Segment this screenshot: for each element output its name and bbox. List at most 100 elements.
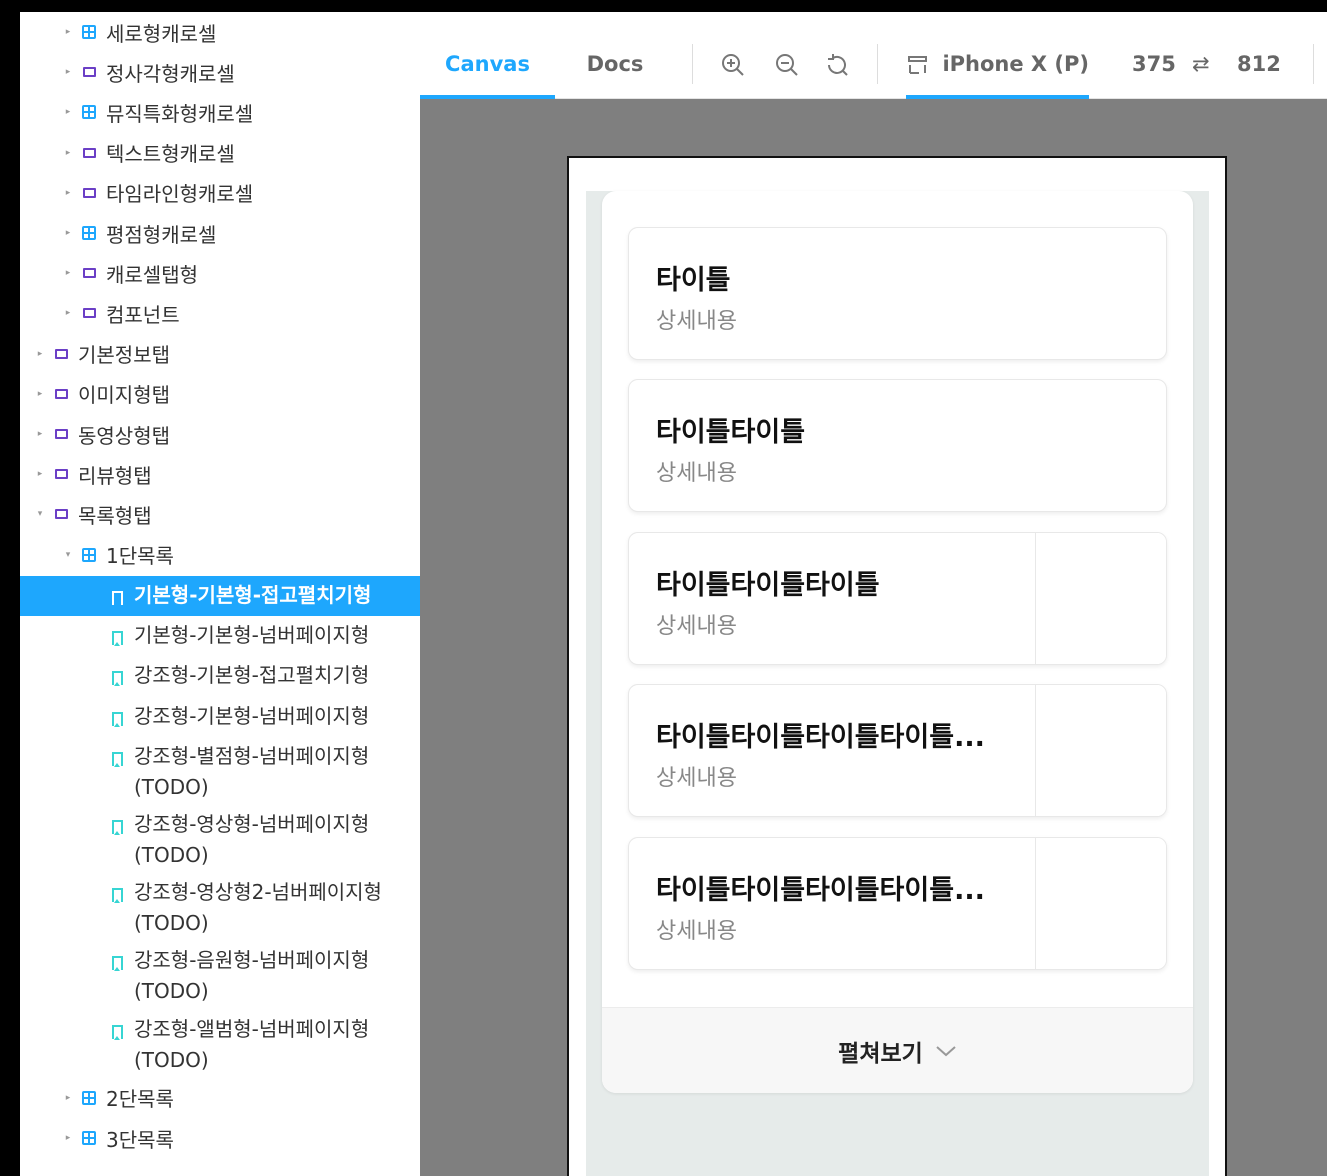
viewport-label: iPhone X (P) — [942, 51, 1089, 76]
tree-node-label: 타임라인형캐로셀 — [106, 182, 254, 207]
folder-icon — [50, 503, 72, 525]
tree-node[interactable]: ▸ 평점형캐로셀 — [20, 213, 420, 253]
rotate-viewport-icon[interactable]: ⇄ — [1192, 28, 1210, 99]
tree-node[interactable]: ▸ 2단목록 — [20, 1078, 420, 1118]
card-title: 타이틀타이틀타이틀타이틀... — [656, 874, 985, 906]
story-item-label-line2: (TODO) — [134, 911, 209, 936]
tree-node[interactable]: ▸ 세로형캐로셀 — [20, 12, 420, 52]
tree-node[interactable]: ▸ 캐로셀탭형 — [20, 253, 420, 293]
bookmark-icon — [106, 952, 128, 974]
storybook-app: ▸ 세로형캐로셀 ▸ 정사각형캐로셀 ▸ 뮤직특화형캐로셀 ▸ 텍스트형캐로셀 ▸ 타임라인형캐로… — [20, 12, 1327, 1176]
tree-node-label: 컴포넌트 — [106, 302, 180, 327]
caret-right-icon: ▸ — [37, 469, 43, 480]
story-item-label: 강조형-기본형-접고펼치기형 — [134, 660, 369, 691]
story-item[interactable]: 강조형-음원형-넘버페이지형 (TODO) — [20, 941, 420, 1009]
caret-right-icon: ▸ — [65, 27, 71, 37]
caret-right-icon: ▸ — [65, 1133, 71, 1143]
story-item[interactable]: 강조형-기본형-넘버페이지형 — [20, 697, 420, 737]
tree-node[interactable]: ▸ 텍스트형캐로셀 — [20, 133, 420, 173]
tree-node[interactable]: ▸ 리뷰형탭 — [20, 454, 420, 494]
caret-right-icon: ▸ — [37, 348, 43, 359]
card-description: 상세내용 — [656, 766, 737, 792]
story-item-label: 기본형-기본형-접고펼치기형 — [134, 580, 371, 611]
card-title: 타이틀 — [656, 265, 731, 296]
list-card[interactable]: 타이틀타이틀타이틀 상세내용 — [628, 531, 1167, 665]
story-item-label-line1: 기본형-기본형-넘버페이지형 — [134, 623, 370, 648]
story-item-label-line1: 강조형-영상형2-넘버페이지형 — [134, 880, 382, 905]
story-item-label-line1: 강조형-기본형-접고펼치기형 — [134, 663, 370, 688]
viewport-height[interactable]: 812 — [1237, 28, 1281, 99]
tree-node[interactable]: ▸ 타임라인형캐로셀 — [20, 173, 420, 213]
tree-node[interactable]: ▸ 3단목록 — [20, 1118, 420, 1158]
tree-node-label: 세로형캐로셀 — [106, 21, 217, 46]
tree-node-label: 뮤직특화형캐로셀 — [106, 101, 254, 126]
list-card[interactable]: 타이틀 상세내용 — [628, 227, 1167, 360]
story-item-label-line1: 강조형-앨범형-넘버페이지형 — [134, 1016, 370, 1041]
tree-node-label: 1단목록 — [106, 544, 174, 569]
caret-right-icon: ▸ — [65, 268, 71, 279]
folder-icon — [78, 61, 100, 83]
tree-node[interactable]: ▾ 목록형탭 — [20, 494, 420, 534]
expand-button[interactable]: 펼쳐보기 — [602, 1007, 1193, 1093]
caret-right-icon: ▸ — [37, 388, 43, 399]
tab-docs[interactable]: Docs — [565, 28, 665, 99]
tree-node-label: 정사각형캐로셀 — [106, 61, 235, 86]
story-item-label: 강조형-기본형-넘버페이지형 — [134, 701, 369, 732]
story-item-label: 강조형-앨범형-넘버페이지형 (TODO) — [134, 1014, 369, 1076]
tree-node-label: 목록형탭 — [78, 503, 152, 528]
zoom-in-icon[interactable] — [720, 52, 746, 78]
tree-node[interactable]: ▸ 기본정보탭 — [20, 334, 420, 374]
bookmark-icon — [106, 748, 128, 770]
component-icon — [78, 1087, 100, 1109]
bookmark-icon — [106, 708, 128, 730]
story-item-label: 강조형-영상형2-넘버페이지형 (TODO) — [134, 877, 382, 939]
viewport-selector[interactable]: iPhone X (P) — [906, 28, 1089, 99]
tree-node[interactable]: ▸ 이미지형탭 — [20, 374, 420, 414]
bookmark-icon — [106, 587, 128, 609]
card-description: 상세내용 — [656, 613, 737, 639]
component-icon — [78, 101, 100, 123]
tree-node[interactable]: ▸ 뮤직특화형캐로셀 — [20, 92, 420, 132]
zoom-out-icon[interactable] — [774, 52, 800, 78]
list-card[interactable]: 타이틀타이틀타이틀타이틀... 상세내용 — [628, 684, 1167, 818]
bookmark-icon — [106, 1021, 128, 1043]
tree-node[interactable]: ▸ 정사각형캐로셀 — [20, 52, 420, 92]
story-item-label-line2: (TODO) — [134, 774, 209, 799]
tree-node-label: 캐로셀탭형 — [106, 262, 198, 287]
device-frame: 타이틀 상세내용 타이틀타이틀 상세내용 타이틀타이틀타이틀 상세내용 타이틀타이틀타이틀타… — [567, 156, 1227, 1176]
story-item[interactable]: 강조형-별점형-넘버페이지형 (TODO) — [20, 737, 420, 805]
folder-icon — [78, 262, 100, 284]
caret-right-icon: ▸ — [65, 228, 71, 238]
caret-right-icon: ▸ — [65, 67, 71, 78]
tab-canvas[interactable]: Canvas — [420, 28, 555, 99]
bookmark-icon — [106, 667, 128, 689]
list-card[interactable]: 타이틀타이틀 상세내용 — [628, 379, 1167, 513]
reset-zoom-icon[interactable] — [824, 52, 850, 78]
toolbar-divider — [877, 44, 878, 84]
tree-node[interactable]: ▾ 1단목록 — [20, 535, 420, 575]
tree-node[interactable]: ▸ 동영상형탭 — [20, 414, 420, 454]
story-item[interactable]: 강조형-앨범형-넘버페이지형 (TODO) — [20, 1010, 420, 1078]
folder-icon — [50, 343, 72, 365]
tree-node-label: 기본정보탭 — [78, 343, 170, 368]
caret-right-icon: ▸ — [37, 429, 43, 439]
story-item[interactable]: 강조형-영상형-넘버페이지형 (TODO) — [20, 805, 420, 873]
list-card[interactable]: 타이틀타이틀타이틀타이틀... 상세내용 — [628, 836, 1167, 970]
caret-right-icon: ▸ — [65, 147, 71, 158]
story-item[interactable]: 강조형-기본형-접고펼치기형 — [20, 656, 420, 696]
story-item[interactable]: 강조형-영상형2-넘버페이지형 (TODO) — [20, 873, 420, 941]
caret-right-icon: ▸ — [65, 1092, 71, 1103]
story-item-label: 강조형-영상형-넘버페이지형 (TODO) — [134, 809, 369, 871]
story-item[interactable]: 기본형-기본형-넘버페이지형 — [20, 616, 420, 656]
viewport-width[interactable]: 375 — [1132, 28, 1176, 99]
folder-icon — [50, 383, 72, 405]
chevron-down-icon — [936, 1045, 956, 1056]
toolbar-divider — [1313, 44, 1314, 84]
story-item[interactable]: 기본형-기본형-접고펼치기형 — [20, 576, 420, 616]
card-description: 상세내용 — [656, 461, 737, 487]
component-icon — [78, 544, 100, 566]
folder-icon — [50, 463, 72, 485]
tree-node[interactable]: ▸ 컴포넌트 — [20, 293, 420, 333]
story-item-label-line1: 강조형-음원형-넘버페이지형 — [134, 948, 370, 973]
caret-right-icon: ▸ — [65, 187, 71, 198]
